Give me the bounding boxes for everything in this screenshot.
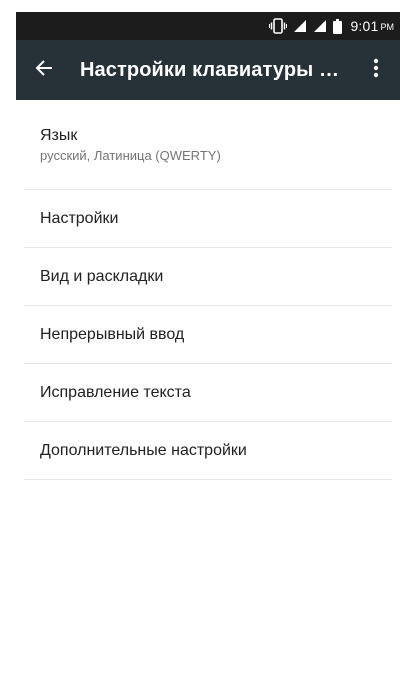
settings-item-title: Исправление текста xyxy=(40,383,191,401)
settings-item-title: Язык xyxy=(40,126,78,144)
more-vert-icon xyxy=(373,58,379,83)
settings-item-glide-typing[interactable]: Непрерывный ввод xyxy=(24,306,392,364)
status-bar: 9:01 PM xyxy=(16,12,400,40)
app-bar: Настройки клавиатуры Gboard xyxy=(16,40,400,100)
settings-item-text-correction[interactable]: Исправление текста xyxy=(24,364,392,422)
back-button[interactable] xyxy=(16,40,72,100)
settings-item-advanced[interactable]: Дополнительные настройки xyxy=(24,422,392,480)
battery-icon xyxy=(333,18,343,34)
screen-margin xyxy=(0,0,16,688)
signal-icon xyxy=(293,19,307,33)
signal-icon xyxy=(313,19,327,33)
vibrate-icon xyxy=(269,18,288,34)
settings-item-title: Непрерывный ввод xyxy=(40,325,185,343)
settings-item-language[interactable]: Язык русский, Латиница (QWERTY) xyxy=(24,100,392,190)
overflow-menu-button[interactable] xyxy=(352,40,400,100)
settings-list: Язык русский, Латиница (QWERTY) Настройк… xyxy=(16,100,400,480)
settings-item-summary: русский, Латиница (QWERTY) xyxy=(40,147,221,163)
arrow-left-icon xyxy=(34,58,54,83)
phone-screen: 9:01 PM Настройки клавиатуры Gboard xyxy=(16,12,400,688)
settings-item-title: Настройки xyxy=(40,209,119,227)
settings-item-theme-layouts[interactable]: Вид и раскладки xyxy=(24,248,392,306)
status-time: 9:01 xyxy=(350,18,379,34)
settings-item-title: Дополнительные настройки xyxy=(40,441,247,459)
settings-item-preferences[interactable]: Настройки xyxy=(24,190,392,248)
page-title: Настройки клавиатуры Gboard xyxy=(80,58,352,81)
status-ampm: PM xyxy=(380,22,395,32)
settings-item-title: Вид и раскладки xyxy=(40,267,164,285)
